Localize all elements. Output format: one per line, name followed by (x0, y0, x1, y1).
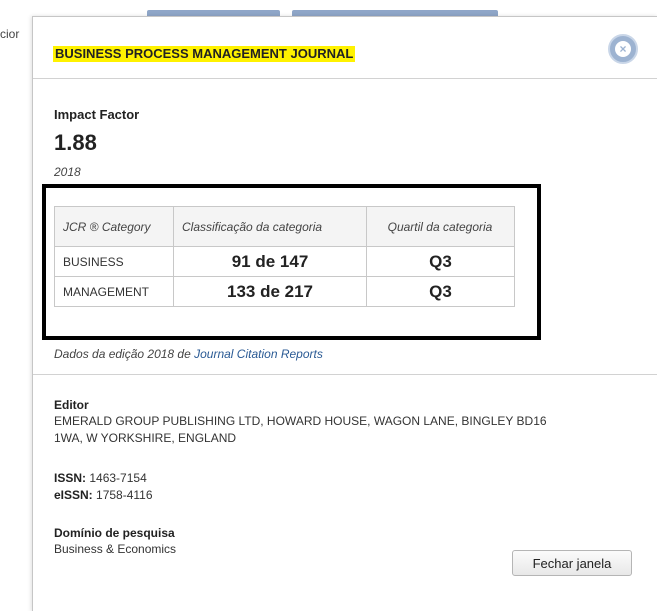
close-icon[interactable]: × (608, 34, 638, 64)
close-window-button[interactable]: Fechar janela (512, 550, 632, 576)
research-domain-label: Domínio de pesquisa (54, 526, 175, 540)
impact-factor-value: 1.88 (54, 130, 97, 155)
table-row: MANAGEMENT 133 de 217 Q3 (54, 276, 515, 307)
modal-header: BUSINESS PROCESS MANAGEMENT JOURNAL × (33, 17, 657, 79)
issn-value: 1463-7154 (89, 471, 147, 485)
quartile-cell: Q3 (366, 246, 515, 277)
journal-title: BUSINESS PROCESS MANAGEMENT JOURNAL (53, 46, 356, 62)
page: cior BUSINESS PROCESS MANAGEMENT JOURNAL… (0, 0, 657, 611)
issn-label: ISSN: (54, 471, 87, 485)
table-row: BUSINESS 91 de 147 Q3 (54, 246, 515, 277)
editor-line-2: 1WA, W YORKSHIRE, ENGLAND (54, 431, 237, 445)
eissn: eISSN: 1758-4116 (54, 488, 153, 502)
background-cut-text: cior (0, 27, 20, 41)
edition-note: Dados da edição 2018 de Journal Citation… (54, 347, 323, 361)
category-cell: MANAGEMENT (54, 276, 174, 307)
jcr-link[interactable]: Journal Citation Reports (194, 347, 323, 361)
edition-note-prefix: Dados da edição 2018 de (54, 347, 195, 361)
issn: ISSN: 1463-7154 (54, 471, 147, 485)
table-header-row: JCR ® Category Classificação da categori… (54, 206, 515, 247)
category-cell: BUSINESS (54, 246, 174, 277)
header-category-quartile: Quartil da categoria (366, 206, 515, 247)
eissn-label: eISSN: (54, 488, 93, 502)
section-divider (33, 374, 657, 375)
header-jcr-category: JCR ® Category (54, 206, 174, 247)
close-glyph: × (615, 41, 631, 57)
impact-factor-year: 2018 (54, 165, 81, 179)
quartile-cell: Q3 (366, 276, 515, 307)
header-category-rank: Classificação da categoria (173, 206, 367, 247)
rank-cell: 91 de 147 (173, 246, 367, 277)
editor-label: Editor (54, 398, 89, 412)
editor-line-1: EMERALD GROUP PUBLISHING LTD, HOWARD HOU… (54, 414, 547, 428)
rank-cell: 133 de 217 (173, 276, 367, 307)
journal-info-modal: BUSINESS PROCESS MANAGEMENT JOURNAL × Im… (32, 16, 657, 611)
research-domain-value: Business & Economics (54, 542, 177, 556)
eissn-value: 1758-4116 (96, 488, 153, 502)
impact-factor-label: Impact Factor (54, 107, 140, 122)
jcr-category-table: JCR ® Category Classificação da categori… (54, 206, 515, 307)
